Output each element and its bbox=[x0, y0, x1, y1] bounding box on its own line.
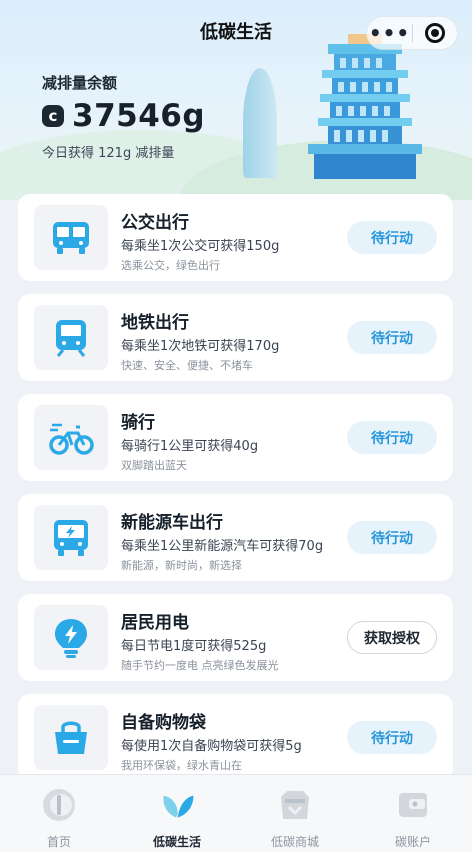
card-description: 每骑行1公里可获得40g bbox=[121, 439, 259, 454]
activity-card-shopping-bag[interactable]: 自备购物袋 每使用1次自备购物袋可获得5g 我用环保袋，绿水青山在 待行动 bbox=[18, 694, 453, 781]
tab-home[interactable]: 首页 bbox=[0, 775, 118, 852]
card-description: 每使用1次自备购物袋可获得5g bbox=[121, 739, 302, 754]
card-title: 骑行 bbox=[121, 413, 155, 433]
card-title: 居民用电 bbox=[121, 613, 189, 633]
leaf-icon bbox=[159, 787, 195, 823]
tab-label: 低碳商城 bbox=[270, 835, 319, 849]
home-icon bbox=[41, 787, 77, 823]
bus-icon bbox=[34, 205, 108, 270]
activity-card-cycling[interactable]: 骑行 每骑行1公里可获得40g 双脚踏出蓝天 待行动 bbox=[18, 394, 453, 481]
target-close-icon bbox=[424, 23, 445, 43]
card-slogan: 新能源，新时尚，新选择 bbox=[121, 559, 242, 572]
pending-action-button[interactable]: 待行动 bbox=[347, 721, 437, 754]
hero-banner: 低碳生活 ••• 减排量余额 c 37546g 今日获得 121g 减排量 bbox=[0, 0, 472, 200]
card-description: 每乘坐1次公交可获得150g bbox=[121, 239, 280, 254]
tab-label: 首页 bbox=[46, 835, 71, 849]
skyscraper-illustration bbox=[243, 68, 277, 178]
shopping-bag-icon bbox=[34, 705, 108, 770]
tab-low-carbon-life[interactable]: 低碳生活 bbox=[118, 775, 236, 852]
pending-action-button[interactable]: 待行动 bbox=[347, 221, 437, 254]
card-slogan: 双脚踏出蓝天 bbox=[121, 459, 187, 472]
card-title: 地铁出行 bbox=[121, 313, 189, 333]
card-title: 公交出行 bbox=[121, 213, 189, 233]
card-title: 自备购物袋 bbox=[121, 713, 206, 733]
pending-action-button[interactable]: 待行动 bbox=[347, 521, 437, 554]
card-slogan: 选乘公交，绿色出行 bbox=[121, 259, 220, 272]
tab-carbon-account[interactable]: 碳账户 bbox=[354, 775, 472, 852]
card-title: 新能源车出行 bbox=[121, 513, 223, 533]
bicycle-icon bbox=[34, 405, 108, 470]
activity-card-bus[interactable]: 公交出行 每乘坐1次公交可获得150g 选乘公交，绿色出行 待行动 bbox=[18, 194, 453, 281]
ev-bus-icon bbox=[34, 505, 108, 570]
miniprogram-capsule: ••• bbox=[366, 16, 458, 50]
today-earned: 今日获得 121g 减排量 bbox=[42, 146, 175, 161]
card-description: 每乘坐1公里新能源汽车可获得70g bbox=[121, 539, 324, 554]
tab-low-carbon-mall[interactable]: 低碳商城 bbox=[236, 775, 354, 852]
metro-icon bbox=[34, 305, 108, 370]
card-slogan: 随手节约一度电 点亮绿色发展光 bbox=[121, 659, 279, 672]
balance-value: 37546g bbox=[72, 98, 206, 134]
carbon-coin-icon: c bbox=[42, 105, 64, 127]
activity-card-electricity[interactable]: 居民用电 每日节电1度可获得525g 随手节约一度电 点亮绿色发展光 获取授权 bbox=[18, 594, 453, 681]
pending-action-button[interactable]: 待行动 bbox=[347, 321, 437, 354]
card-description: 每乘坐1次地铁可获得170g bbox=[121, 339, 280, 354]
activity-card-metro[interactable]: 地铁出行 每乘坐1次地铁可获得170g 快速、安全、便捷、不堵车 待行动 bbox=[18, 294, 453, 381]
pending-action-button[interactable]: 待行动 bbox=[347, 421, 437, 454]
bottom-tab-bar: 首页 低碳生活 低碳商城 碳账户 bbox=[0, 774, 472, 852]
mall-icon bbox=[277, 787, 313, 823]
lightning-bulb-icon bbox=[34, 605, 108, 670]
card-slogan: 我用环保袋，绿水青山在 bbox=[121, 759, 242, 772]
activity-card-new-energy[interactable]: 新能源车出行 每乘坐1公里新能源汽车可获得70g 新能源，新时尚，新选择 待行动 bbox=[18, 494, 453, 581]
close-miniprogram-button[interactable] bbox=[413, 23, 457, 43]
more-menu-icon[interactable]: ••• bbox=[367, 18, 412, 48]
balance-label: 减排量余额 bbox=[42, 74, 118, 92]
tab-label: 低碳生活 bbox=[152, 835, 201, 849]
card-slogan: 快速、安全、便捷、不堵车 bbox=[121, 359, 253, 372]
wallet-icon bbox=[395, 787, 431, 823]
balance-row: c 37546g bbox=[42, 98, 205, 134]
tab-label: 碳账户 bbox=[394, 835, 431, 849]
authorize-button[interactable]: 获取授权 bbox=[347, 621, 437, 654]
card-description: 每日节电1度可获得525g bbox=[121, 639, 267, 654]
